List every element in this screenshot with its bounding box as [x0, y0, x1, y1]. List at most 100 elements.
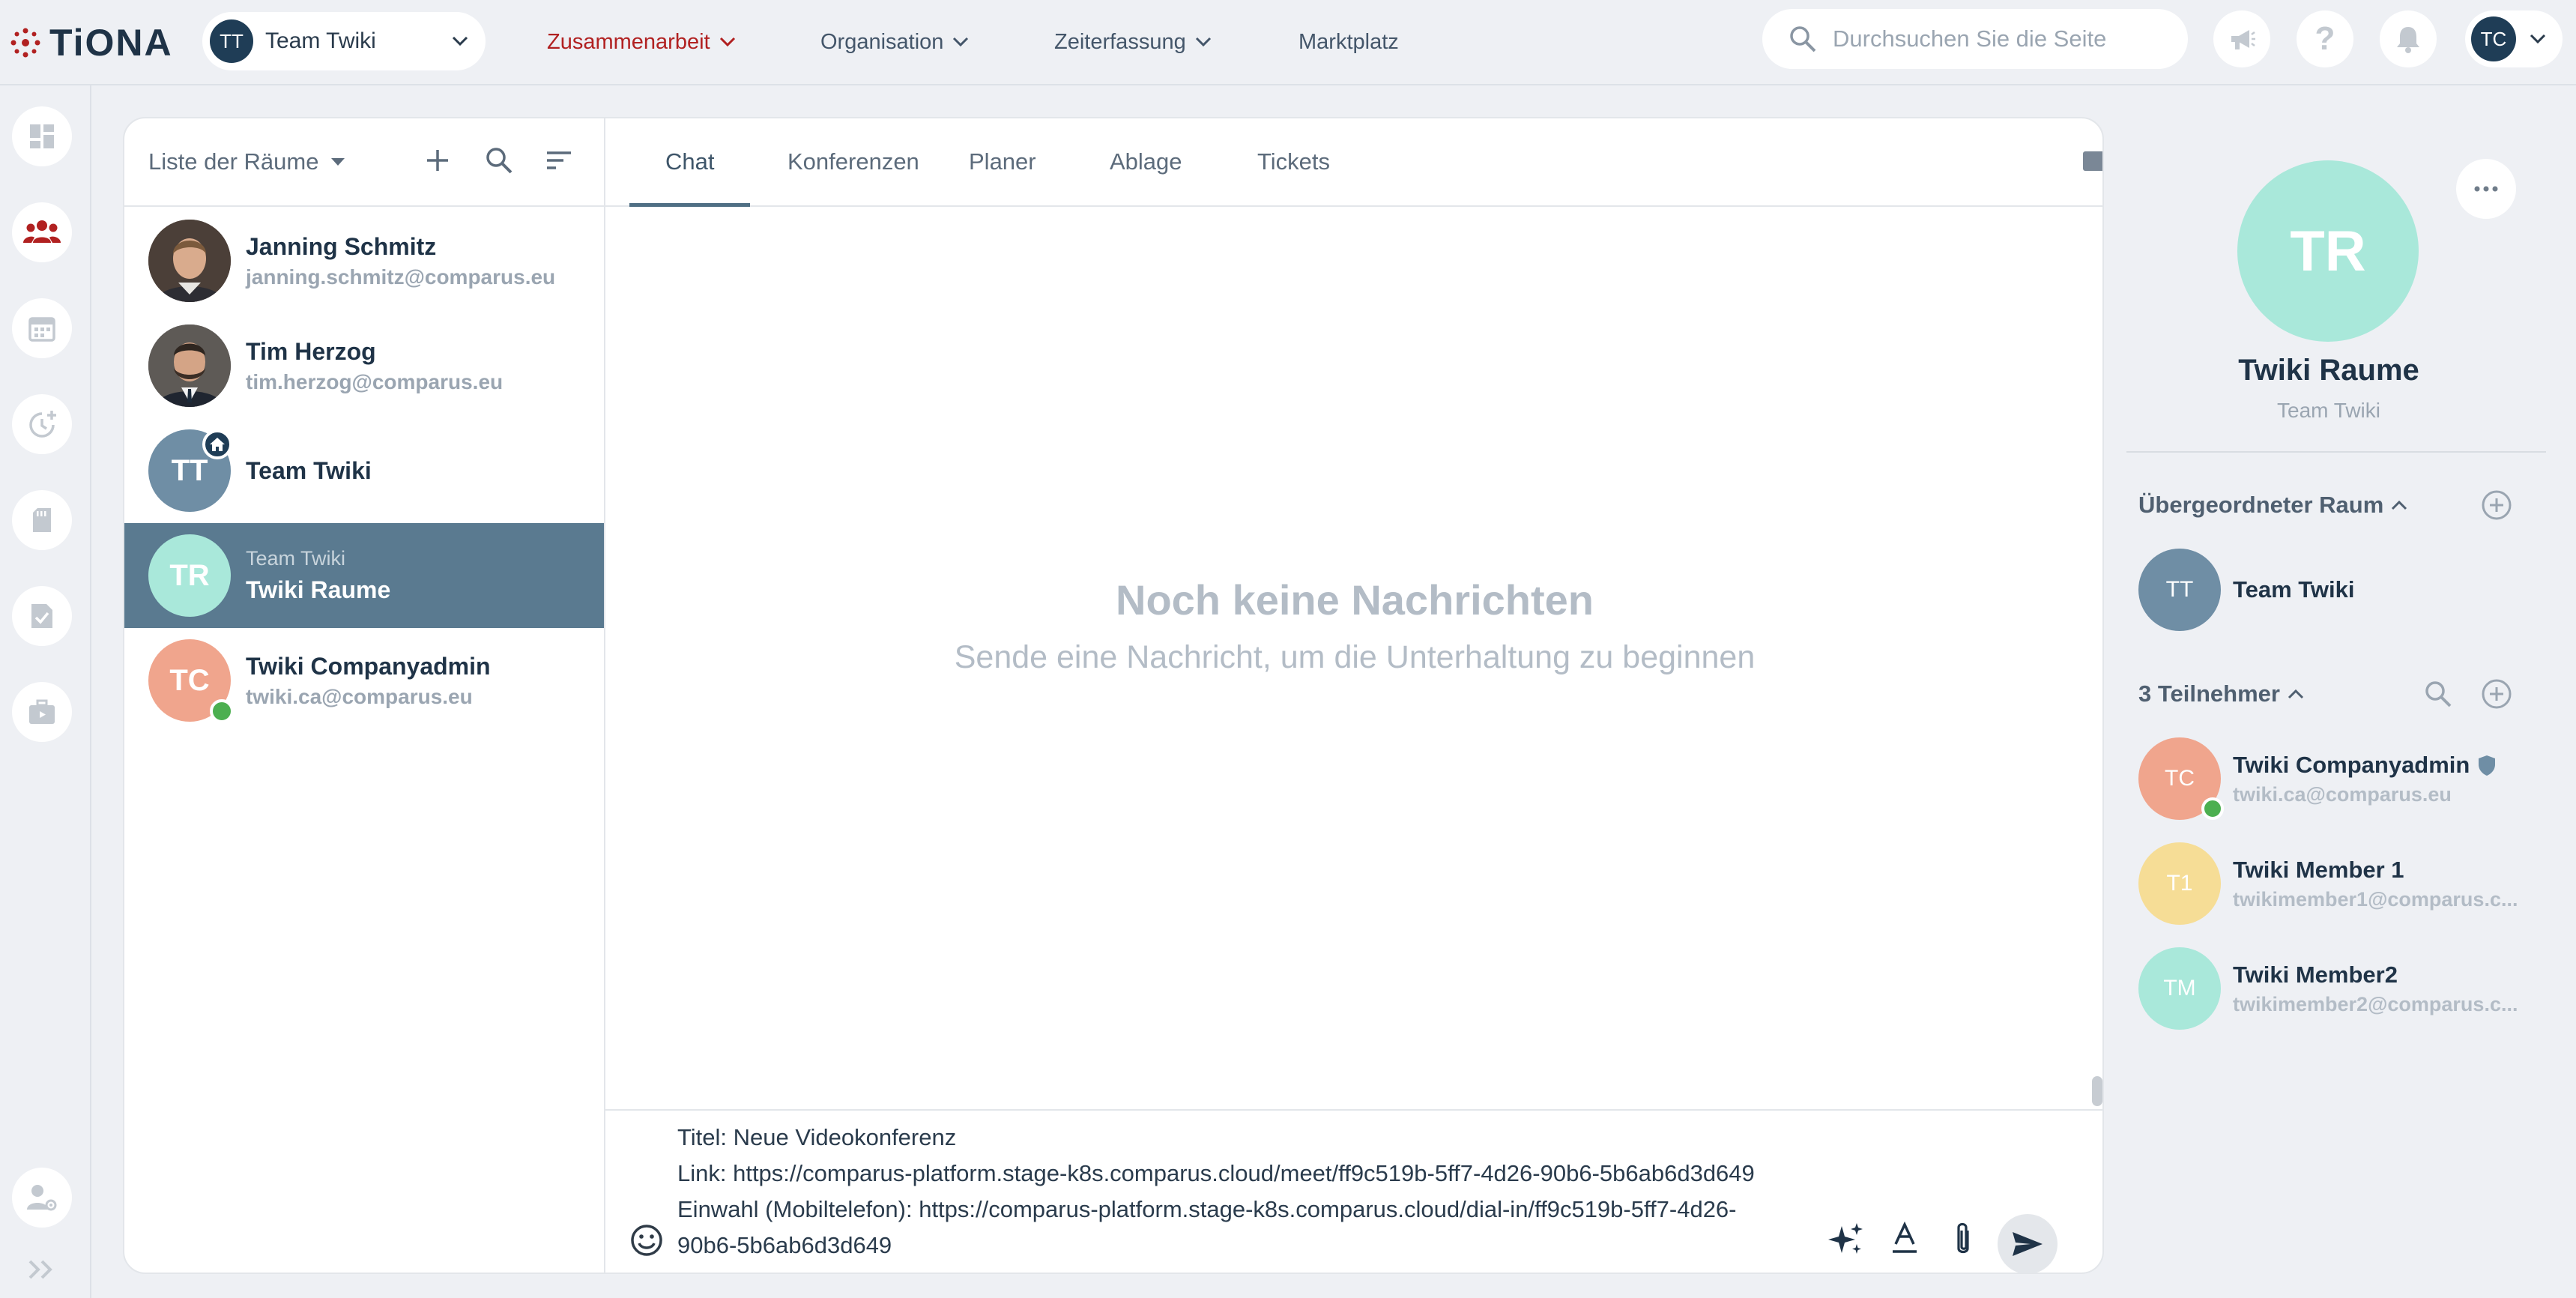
search-members-button[interactable]	[2423, 679, 2453, 709]
top-bar: TiONA TT Team Twiki Zusammenarbeit Organ…	[0, 0, 2576, 85]
add-parent-room-button[interactable]	[2480, 489, 2513, 522]
room-item-tim-herzog[interactable]: Tim Herzog tim.herzog@comparus.eu	[124, 313, 604, 418]
bell-icon	[2397, 27, 2419, 53]
empty-state-heading: Noch keine Nachrichten	[1116, 576, 1594, 624]
admin-shield-icon	[2479, 755, 2496, 776]
message-composer: Titel: Neue Videokonferenz Link: https:/…	[605, 1109, 2102, 1273]
text-format-button[interactable]	[1888, 1220, 1921, 1256]
rooms-list-title[interactable]: Liste der Räume	[148, 148, 345, 175]
app-sidebar	[0, 85, 91, 1298]
rail-calendar[interactable]	[12, 298, 72, 358]
tab-konferenzen[interactable]: Konferenzen	[787, 118, 919, 205]
send-icon	[2013, 1232, 2043, 1256]
rail-tasks[interactable]	[12, 586, 72, 646]
expand-sidebar-button[interactable]	[27, 1258, 57, 1281]
briefcase-icon	[29, 699, 55, 724]
member-email: twiki.ca@comparus.eu	[2233, 782, 2452, 806]
room-item-team-twiki[interactable]: TT Team Twiki	[124, 418, 604, 523]
search-icon	[1790, 26, 1816, 52]
room-item-twiki-companyadmin[interactable]: TC Twiki Companyadmin twiki.ca@comparus.…	[124, 628, 604, 733]
add-member-button[interactable]	[2480, 677, 2513, 710]
parent-room-section-toggle[interactable]: Übergeordneter Raum	[2138, 492, 2407, 519]
more-options-button[interactable]	[2456, 159, 2516, 219]
tab-ablage[interactable]: Ablage	[1110, 118, 1182, 205]
team-select[interactable]: TT Team Twiki	[202, 12, 486, 70]
dashboard-icon	[30, 124, 54, 148]
room-avatar: TC	[148, 639, 234, 723]
sort-icon	[547, 151, 571, 169]
chevron-down-icon	[953, 37, 969, 47]
tiona-logo[interactable]: TiONA	[9, 21, 173, 64]
section-title-text: Übergeordneter Raum	[2138, 492, 2384, 518]
message-line: Link: https://comparus-platform.stage-k8…	[677, 1160, 1755, 1186]
member-item[interactable]: TC Twiki Companyadmin twiki.ca@comparus.…	[2138, 737, 2573, 820]
send-button[interactable]	[1998, 1214, 2058, 1273]
search-input[interactable]	[1833, 25, 2177, 52]
rail-documents[interactable]	[12, 490, 72, 550]
chevron-down-icon	[452, 36, 468, 46]
nav-organisation[interactable]: Organisation	[820, 0, 969, 84]
rail-time-tracking[interactable]	[12, 394, 72, 454]
announcements-button[interactable]	[2213, 10, 2270, 67]
room-avatar: TT	[2138, 549, 2221, 631]
avatar-initials: TT	[2165, 577, 2194, 602]
message-line: Titel: Neue Videokonferenz	[677, 1124, 957, 1150]
tab-tickets[interactable]: Tickets	[1257, 118, 1330, 205]
section-title-text: 3 Teilnehmer	[2138, 680, 2280, 707]
tab-planer[interactable]: Planer	[969, 118, 1036, 205]
text-format-icon	[1893, 1221, 1917, 1253]
rail-dashboard[interactable]	[12, 106, 72, 166]
person-photo-icon	[148, 324, 231, 407]
nav-marktplatz[interactable]: Marktplatz	[1298, 0, 1399, 84]
nav-zusammenarbeit[interactable]: Zusammenarbeit	[547, 0, 736, 84]
documents-icon	[33, 508, 51, 532]
more-horizontal-icon	[2474, 186, 2498, 192]
room-details-panel: TR Twiki Raume Team Twiki Übergeordneter…	[2104, 117, 2576, 1274]
global-search[interactable]	[1762, 9, 2188, 69]
room-item-twiki-raume[interactable]: TR Team Twiki Twiki Raume	[124, 523, 604, 628]
user-menu[interactable]: TC	[2465, 10, 2563, 67]
avatar-initials: TC	[169, 663, 210, 697]
attach-file-button[interactable]	[1948, 1220, 1978, 1259]
tab-chat[interactable]: Chat	[629, 118, 752, 207]
logo-text: TiONA	[49, 22, 173, 64]
notifications-button[interactable]	[2380, 10, 2437, 67]
room-name: Twiki Companyadmin	[246, 652, 491, 680]
sparkles-icon	[1828, 1223, 1863, 1254]
add-room-button[interactable]	[423, 145, 453, 175]
member-item[interactable]: T1 Twiki Member 1 twikimember1@comparus.…	[2138, 842, 2573, 925]
scrollbar-thumb[interactable]	[2092, 1076, 2102, 1106]
message-input[interactable]: Titel: Neue Videokonferenz Link: https:/…	[677, 1120, 1846, 1264]
ai-assist-button[interactable]	[1827, 1220, 1866, 1259]
rooms-list: Liste der Räume Janning Schmitz janning.…	[124, 118, 605, 1273]
room-email: tim.herzog@comparus.eu	[246, 369, 504, 393]
nav-zeiterfassung[interactable]: Zeiterfassung	[1054, 0, 1212, 84]
rail-user-settings[interactable]	[12, 1168, 72, 1228]
member-name: Twiki Companyadmin	[2233, 751, 2470, 778]
help-button[interactable]: ?	[2297, 10, 2353, 67]
member-item[interactable]: TM Twiki Member2 twikimember2@comparus.c…	[2138, 947, 2573, 1030]
megaphone-icon	[2231, 30, 2255, 49]
members-section-toggle[interactable]: 3 Teilnehmer	[2138, 680, 2304, 707]
emoji-icon	[631, 1225, 662, 1256]
user-avatar: TC	[2471, 16, 2516, 61]
nav-label: Zusammenarbeit	[547, 29, 710, 54]
room-name: Janning Schmitz	[246, 232, 437, 260]
logo-mark-icon	[10, 28, 40, 58]
team-avatar: TT	[210, 19, 253, 63]
home-badge	[202, 429, 232, 459]
avatar-initials: T1	[2166, 871, 2193, 896]
rail-collaboration[interactable]	[12, 202, 72, 262]
nav-label: Organisation	[820, 29, 944, 54]
plus-icon	[427, 150, 448, 171]
parent-room-item[interactable]: TT Team Twiki	[2138, 549, 2573, 631]
sort-rooms-button[interactable]	[544, 145, 574, 175]
tasks-icon	[31, 604, 52, 628]
start-video-call-button[interactable]	[2081, 148, 2102, 174]
room-name: Team Twiki	[246, 456, 372, 484]
rail-briefcase[interactable]	[12, 682, 72, 742]
search-rooms-button[interactable]	[484, 145, 514, 175]
main-panel: Liste der Räume Janning Schmitz janning.…	[123, 117, 2104, 1274]
emoji-button[interactable]	[629, 1223, 664, 1258]
room-item-janning-schmitz[interactable]: Janning Schmitz janning.schmitz@comparus…	[124, 208, 604, 313]
